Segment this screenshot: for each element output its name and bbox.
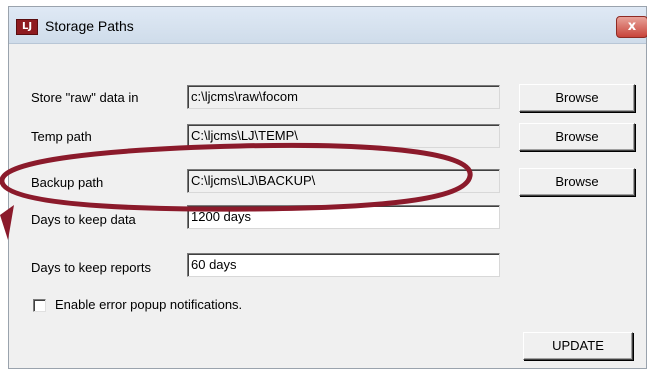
backup-path-field[interactable]: C:\ljcms\LJ\BACKUP\ xyxy=(187,169,500,193)
title-bar: LJ Storage Paths x xyxy=(9,7,647,44)
update-button[interactable]: UPDATE xyxy=(523,332,633,360)
app-logo-icon: LJ xyxy=(16,19,38,35)
close-button[interactable]: x xyxy=(616,16,647,38)
temp-path-field[interactable]: C:\ljcms\LJ\TEMP\ xyxy=(187,124,500,148)
backup-path-browse-button[interactable]: Browse xyxy=(519,168,635,196)
backup-path-label: Backup path xyxy=(31,175,104,190)
days-keep-data-label: Days to keep data xyxy=(31,212,136,227)
days-keep-reports-label: Days to keep reports xyxy=(31,260,151,275)
temp-path-label: Temp path xyxy=(31,129,92,144)
days-keep-data-field[interactable]: 1200 days xyxy=(187,205,500,229)
dialog-content: Store "raw" data in c:\ljcms\raw\focom B… xyxy=(9,44,646,368)
raw-data-path-field[interactable]: c:\ljcms\raw\focom xyxy=(187,85,500,109)
raw-data-label: Store "raw" data in xyxy=(31,90,139,105)
raw-data-browse-button[interactable]: Browse xyxy=(519,84,635,112)
days-keep-reports-field[interactable]: 60 days xyxy=(187,253,500,277)
error-popup-checkbox[interactable] xyxy=(33,299,46,312)
window-title: Storage Paths xyxy=(45,18,134,34)
error-popup-label: Enable error popup notifications. xyxy=(55,297,243,312)
storage-paths-dialog: LJ Storage Paths x Store "raw" data in c… xyxy=(8,6,647,369)
temp-path-browse-button[interactable]: Browse xyxy=(519,123,635,151)
